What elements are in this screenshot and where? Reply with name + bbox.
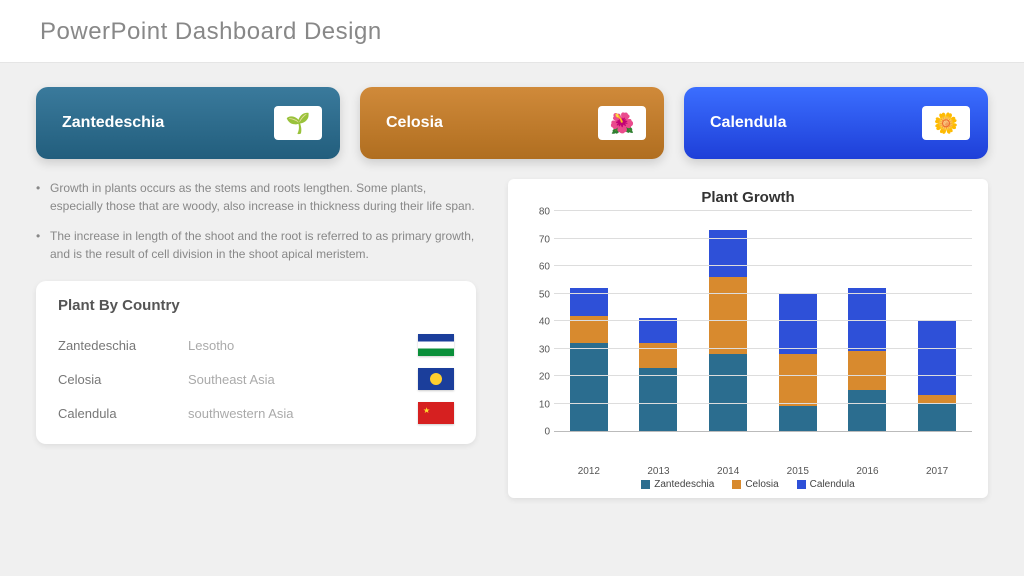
flag-icon-lesotho [418, 334, 454, 356]
page-header: PowerPoint Dashboard Design [0, 0, 1024, 63]
chart-grid [554, 212, 972, 432]
chart-x-axis: 2012 2013 2014 2015 2016 2017 [524, 466, 972, 477]
y-tick: 80 [539, 207, 550, 218]
y-tick: 70 [539, 234, 550, 245]
card-label: Celosia [386, 114, 443, 132]
chart-legend: Zantedeschia Celosia Calendula [524, 479, 972, 490]
bar-2015 [779, 294, 817, 432]
bar-segment [779, 406, 817, 431]
lower-row: Growth in plants occurs as the stems and… [36, 179, 988, 498]
plant-name: Zantedeschia [58, 338, 188, 353]
legend-item: Calendula [797, 479, 855, 490]
chart-panel: Plant Growth 01020304050607080 201220132… [508, 179, 988, 498]
page-title: PowerPoint Dashboard Design [40, 18, 984, 46]
x-tick: 2012 [570, 466, 608, 477]
y-tick: 10 [539, 399, 550, 410]
description-bullets: Growth in plants occurs as the stems and… [36, 179, 476, 263]
bar-segment [779, 354, 817, 406]
plant-by-country-panel: Plant By Country Zantedeschia Lesotho Ce… [36, 281, 476, 444]
legend-item: Zantedeschia [641, 479, 714, 490]
bar-2016 [848, 288, 886, 431]
chart-title: Plant Growth [524, 189, 972, 206]
y-tick: 40 [539, 317, 550, 328]
bar-segment [848, 351, 886, 390]
y-tick: 30 [539, 344, 550, 355]
flag-icon-asean [418, 368, 454, 390]
table-row: Calendula southwestern Asia ★ [58, 396, 454, 430]
bullet-item: The increase in length of the shoot and … [36, 227, 476, 263]
card-celosia[interactable]: Celosia 🌺 [360, 87, 664, 159]
table-row: Zantedeschia Lesotho [58, 328, 454, 362]
bar-segment [709, 277, 747, 354]
bar-segment [848, 390, 886, 431]
card-label: Zantedeschia [62, 114, 164, 132]
bar-2014 [709, 230, 747, 431]
main-content: Zantedeschia 🌱 Celosia 🌺 Calendula 🌼 Gro… [0, 63, 1024, 508]
legend-item: Celosia [732, 479, 778, 490]
y-tick: 20 [539, 372, 550, 383]
region-name: Lesotho [188, 338, 418, 353]
flag-icon-china: ★ [418, 402, 454, 424]
flower-icon: 🌺 [598, 106, 646, 140]
chart-bars [554, 212, 972, 431]
card-calendula[interactable]: Calendula 🌼 [684, 87, 988, 159]
bar-segment [570, 343, 608, 431]
x-tick: 2014 [709, 466, 747, 477]
bar-2012 [570, 288, 608, 431]
table-row: Celosia Southeast Asia [58, 362, 454, 396]
bar-segment [639, 318, 677, 343]
bar-segment [709, 354, 747, 431]
bar-segment [779, 294, 817, 355]
bar-2017 [918, 321, 956, 431]
card-label: Calendula [710, 114, 786, 132]
chart-y-axis: 01020304050607080 [524, 212, 554, 432]
y-tick: 60 [539, 262, 550, 273]
flower-icon: 🌼 [922, 106, 970, 140]
card-zantedeschia[interactable]: Zantedeschia 🌱 [36, 87, 340, 159]
x-tick: 2016 [848, 466, 886, 477]
bar-segment [918, 321, 956, 395]
chart-plot-area: 01020304050607080 [524, 212, 972, 462]
region-name: Southeast Asia [188, 372, 418, 387]
region-name: southwestern Asia [188, 406, 418, 421]
bullet-item: Growth in plants occurs as the stems and… [36, 179, 476, 215]
x-tick: 2017 [918, 466, 956, 477]
y-tick: 50 [539, 289, 550, 300]
flower-icon: 🌱 [274, 106, 322, 140]
summary-cards: Zantedeschia 🌱 Celosia 🌺 Calendula 🌼 [36, 87, 988, 159]
x-tick: 2015 [779, 466, 817, 477]
plant-name: Celosia [58, 372, 188, 387]
left-column: Growth in plants occurs as the stems and… [36, 179, 476, 498]
x-tick: 2013 [639, 466, 677, 477]
bar-segment [639, 368, 677, 431]
panel-title: Plant By Country [58, 297, 454, 314]
bar-segment [918, 404, 956, 432]
plant-name: Calendula [58, 406, 188, 421]
y-tick: 0 [544, 427, 550, 438]
